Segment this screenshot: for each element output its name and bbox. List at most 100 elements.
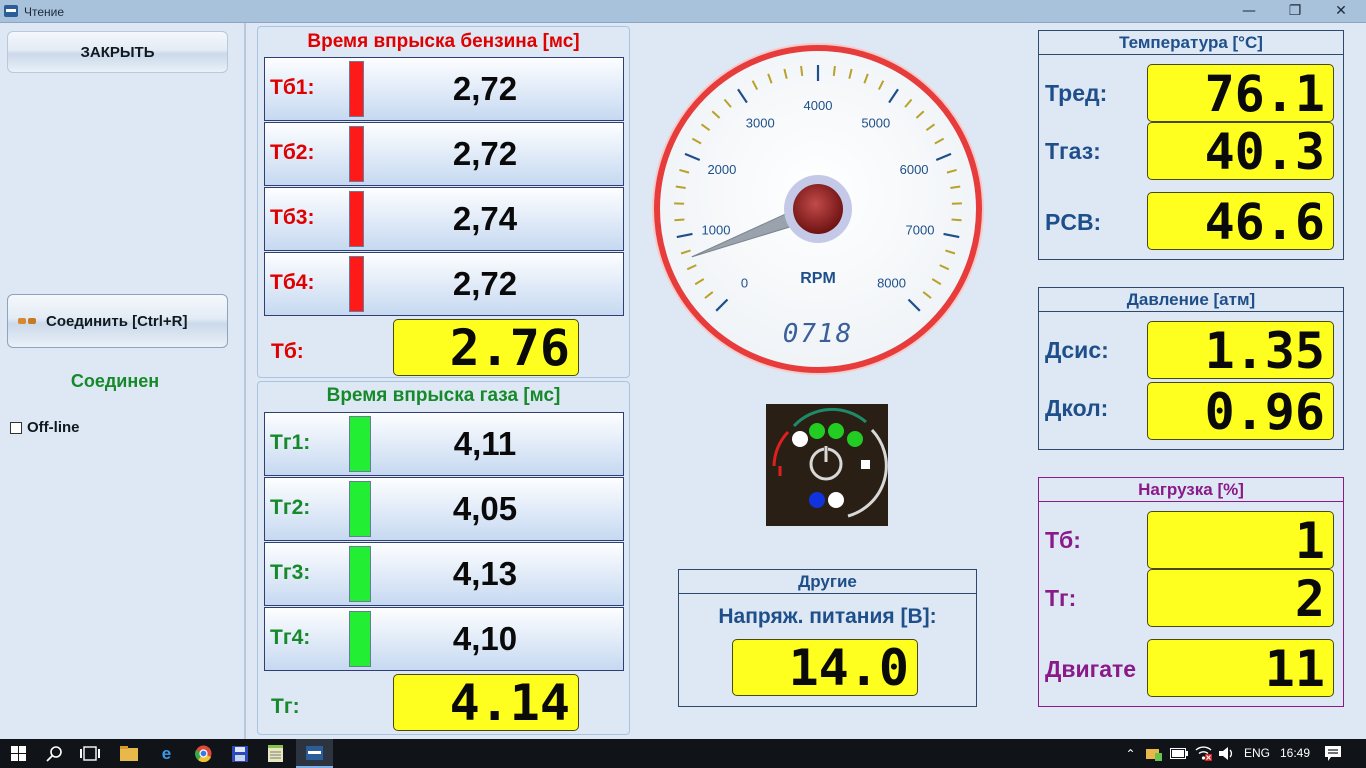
minimize-button[interactable]: —: [1226, 0, 1272, 23]
volume-icon[interactable]: [1218, 746, 1235, 761]
petrol-row-value: 2,74: [452, 200, 518, 237]
gas-row-1: Тг1: 4,11: [264, 412, 624, 476]
petrol-row-label: Тб4:: [270, 271, 315, 294]
temperature-title: Температура [°C]: [1039, 31, 1343, 55]
gauge-minor-tick: [674, 218, 685, 222]
petrol-injection-group: Время впрыска бензина [мс] Тб1: 2,72 Тб2…: [257, 26, 630, 378]
active-app-tab[interactable]: [296, 739, 333, 768]
gauge-tick-label: 2000: [707, 162, 736, 177]
gas-row-3: Тг3: 4,13: [264, 542, 624, 606]
window-title: Чтение: [24, 5, 65, 19]
internet-explorer-icon[interactable]: e: [158, 744, 175, 763]
load-group: Нагрузка [%] Тб: 1 Тг: 2 Двигате 11: [1038, 477, 1344, 707]
gas-row-2: Тг2: 4,05: [264, 477, 624, 541]
temperature-reducer-display: 76.1: [1147, 64, 1334, 122]
petrol-row-label: Тб2:: [270, 141, 315, 164]
gas-row-label: Тг4:: [270, 626, 311, 649]
gas-row-label: Тг1:: [270, 431, 311, 454]
task-view-icon[interactable]: [80, 746, 100, 761]
petrol-row-value: 2,72: [452, 135, 518, 172]
file-explorer-icon[interactable]: [120, 746, 138, 761]
pressure-manifold-display: 0.96: [1147, 382, 1334, 440]
gas-row-value: 4,13: [452, 555, 518, 592]
left-panel: ЗАКРЫТЬ Соединить [Ctrl+R] Соединен Off-…: [0, 23, 246, 739]
chrome-icon[interactable]: [195, 745, 212, 762]
temperature-gas-display: 40.3: [1147, 122, 1334, 180]
gas-row-value: 4,05: [452, 490, 518, 527]
voltage-label: Напряж. питания [В]:: [718, 605, 937, 628]
petrol-row-2: Тб2: 2,72: [264, 122, 624, 186]
petrol-bar-1: [349, 61, 364, 117]
close-window-button[interactable]: ✕: [1318, 0, 1364, 23]
petrol-bar-2: [349, 126, 364, 182]
temperature-label: PCB:: [1045, 209, 1102, 235]
petrol-sum-label: Тб:: [271, 340, 304, 363]
notepad-icon[interactable]: [268, 745, 283, 762]
status-light-white: [792, 431, 808, 447]
active-app-icon: [306, 746, 323, 760]
temperature-group: Температура [°C] Тред: 76.1 Тгаз: 40.3 P…: [1038, 30, 1344, 260]
gas-row-4: Тг4: 4,10: [264, 607, 624, 671]
search-icon[interactable]: [46, 745, 63, 762]
notifications-icon[interactable]: [1325, 746, 1341, 761]
language-indicator[interactable]: ENG: [1244, 746, 1270, 760]
gauge-hub: [793, 184, 843, 234]
temperature-pcb-display: 46.6: [1147, 192, 1334, 250]
petrol-row-1: Тб1: 2,72: [264, 57, 624, 121]
temperature-label: Тред:: [1045, 80, 1108, 106]
load-label: Тб:: [1045, 527, 1081, 553]
status-light-green-3: [847, 431, 863, 447]
gauge-tick-label: 8000: [877, 276, 906, 291]
battery-icon[interactable]: [1170, 748, 1188, 759]
plug-icon: [18, 316, 36, 326]
network-folder-icon[interactable]: [1146, 746, 1162, 761]
gauge-unit: RPM: [800, 270, 836, 287]
gauge-readout: 0718: [783, 319, 854, 349]
offline-toggle[interactable]: Off-line: [10, 419, 80, 436]
gauge-tick-label: 5000: [861, 116, 890, 131]
petrol-row-value: 2,72: [452, 265, 518, 302]
gas-title: Время впрыска газа [мс]: [326, 385, 561, 406]
petrol-title: Время впрыска бензина [мс]: [307, 31, 580, 52]
windows-start-icon[interactable]: [11, 746, 26, 761]
offline-checkbox[interactable]: [10, 421, 22, 434]
pressure-title: Давление [атм]: [1039, 288, 1343, 312]
pressure-label: Дкол:: [1045, 395, 1109, 421]
clock[interactable]: 16:49: [1280, 746, 1310, 760]
connect-button-label: Соединить [Ctrl+R]: [46, 312, 188, 330]
status-square-white: [861, 460, 870, 469]
status-light-green-2: [828, 423, 844, 439]
chevron-up-icon[interactable]: ⌃: [1122, 745, 1139, 762]
petrol-bar-3: [349, 191, 364, 247]
restore-button[interactable]: ❐: [1272, 0, 1318, 23]
app-icon: [4, 5, 18, 17]
petrol-row-value: 2,72: [452, 70, 518, 107]
close-button[interactable]: ЗАКРЫТЬ: [7, 31, 228, 73]
load-label: Двигате: [1045, 656, 1137, 682]
petrol-row-label: Тб1:: [270, 76, 315, 99]
gas-row-value: 4,11: [453, 425, 517, 462]
gas-sum-label: Тг:: [271, 695, 300, 718]
status-indicator: [766, 404, 888, 526]
pressure-system-display: 1.35: [1147, 321, 1334, 379]
gauge-tick-label: 4000: [804, 98, 833, 113]
wifi-disconnected-icon[interactable]: [1195, 746, 1212, 761]
taskbar: e ⌃ ENG 16:49: [0, 739, 1366, 768]
status-light-blue: [809, 492, 825, 508]
gauge-minor-tick: [800, 65, 804, 77]
gauge-minor-tick: [951, 218, 962, 222]
petrol-bar-4: [349, 256, 364, 312]
offline-label: Off-line: [27, 419, 80, 436]
gauge-tick-label: 3000: [746, 116, 775, 131]
petrol-row-4: Тб4: 2,72: [264, 252, 624, 316]
other-group: Другие Напряж. питания [В]: 14.0: [678, 569, 977, 707]
gas-row-label: Тг2:: [270, 496, 311, 519]
petrol-sum-display: 2.76: [393, 319, 579, 376]
gauge-tick-label: 6000: [900, 162, 929, 177]
gas-injection-group: Время впрыска газа [мс] Тг1: 4,11 Тг2: 4…: [257, 381, 630, 735]
pressure-label: Дсис:: [1045, 337, 1109, 363]
save-app-icon[interactable]: [232, 746, 248, 762]
connection-status: Соединен: [70, 371, 160, 391]
connect-button[interactable]: Соединить [Ctrl+R]: [7, 294, 228, 348]
gas-row-value: 4,10: [452, 620, 518, 657]
